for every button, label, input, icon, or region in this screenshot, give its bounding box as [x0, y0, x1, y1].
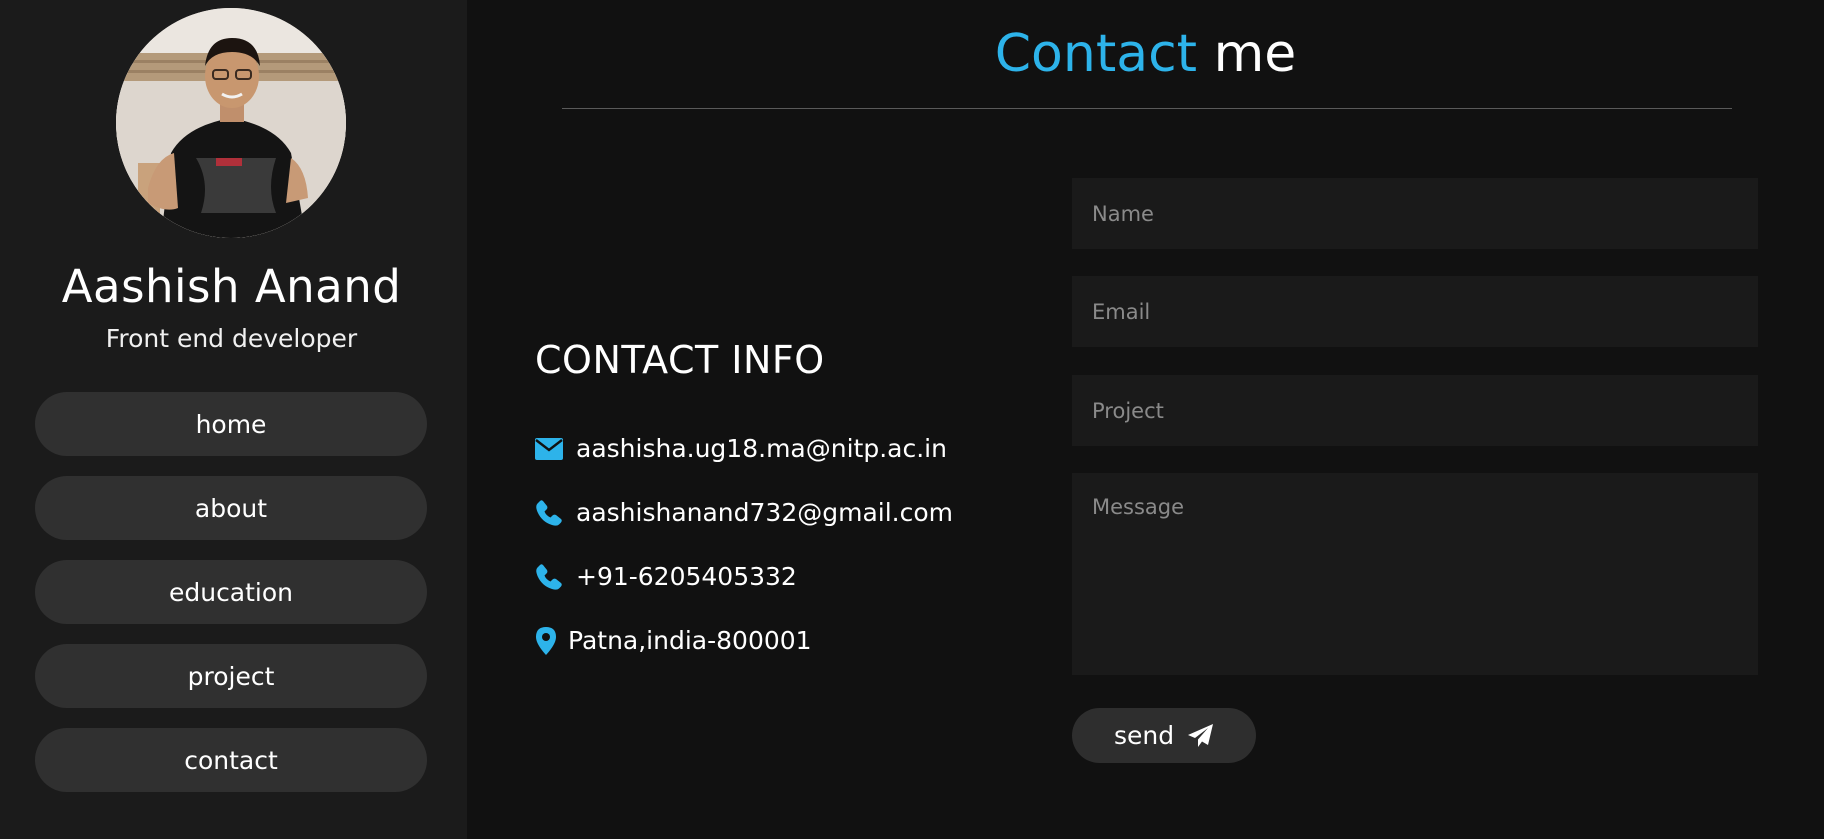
project-input[interactable]	[1072, 375, 1758, 446]
paper-plane-icon	[1188, 723, 1214, 748]
phone-icon	[535, 499, 563, 527]
contact-gmail-row: aashishanand732@gmail.com	[535, 498, 953, 527]
nav-item-project[interactable]: project	[35, 644, 427, 708]
profile-role: Front end developer	[105, 324, 358, 353]
message-textarea[interactable]	[1072, 473, 1758, 675]
main-content: Contact me CONTACT INFO aashisha.ug18.ma…	[467, 0, 1824, 839]
nav-item-about[interactable]: about	[35, 476, 427, 540]
contact-email-row: aashisha.ug18.ma@nitp.ac.in	[535, 434, 947, 463]
send-button[interactable]: send	[1072, 708, 1256, 763]
phone-icon	[535, 563, 563, 591]
contact-gmail-text[interactable]: aashishanand732@gmail.com	[576, 498, 953, 527]
contact-phone-row: +91-6205405332	[535, 562, 797, 591]
contact-email-text[interactable]: aashisha.ug18.ma@nitp.ac.in	[576, 434, 947, 463]
name-input[interactable]	[1072, 178, 1758, 249]
avatar	[116, 8, 346, 238]
nav-item-home[interactable]: home	[35, 392, 427, 456]
contact-phone-text[interactable]: +91-6205405332	[576, 562, 797, 591]
envelope-icon	[535, 435, 563, 463]
contact-location-row: Patna,india-800001	[535, 626, 812, 655]
email-input[interactable]	[1072, 276, 1758, 347]
contact-info-heading: CONTACT INFO	[535, 338, 825, 382]
nav-item-education[interactable]: education	[35, 560, 427, 624]
profile-name: Aashish Anand	[61, 260, 402, 313]
send-button-label: send	[1113, 721, 1175, 750]
nav-item-contact[interactable]: contact	[35, 728, 427, 792]
map-marker-icon	[535, 626, 557, 655]
sidebar-nav: home about education project contact	[35, 392, 427, 812]
page-title: Contact me	[467, 24, 1824, 84]
page-title-rest: me	[1197, 24, 1297, 84]
contact-location-text: Patna,india-800001	[568, 626, 812, 655]
sidebar: Aashish Anand Front end developer home a…	[0, 0, 467, 839]
page-title-accent: Contact	[994, 24, 1198, 84]
title-divider	[562, 108, 1732, 109]
